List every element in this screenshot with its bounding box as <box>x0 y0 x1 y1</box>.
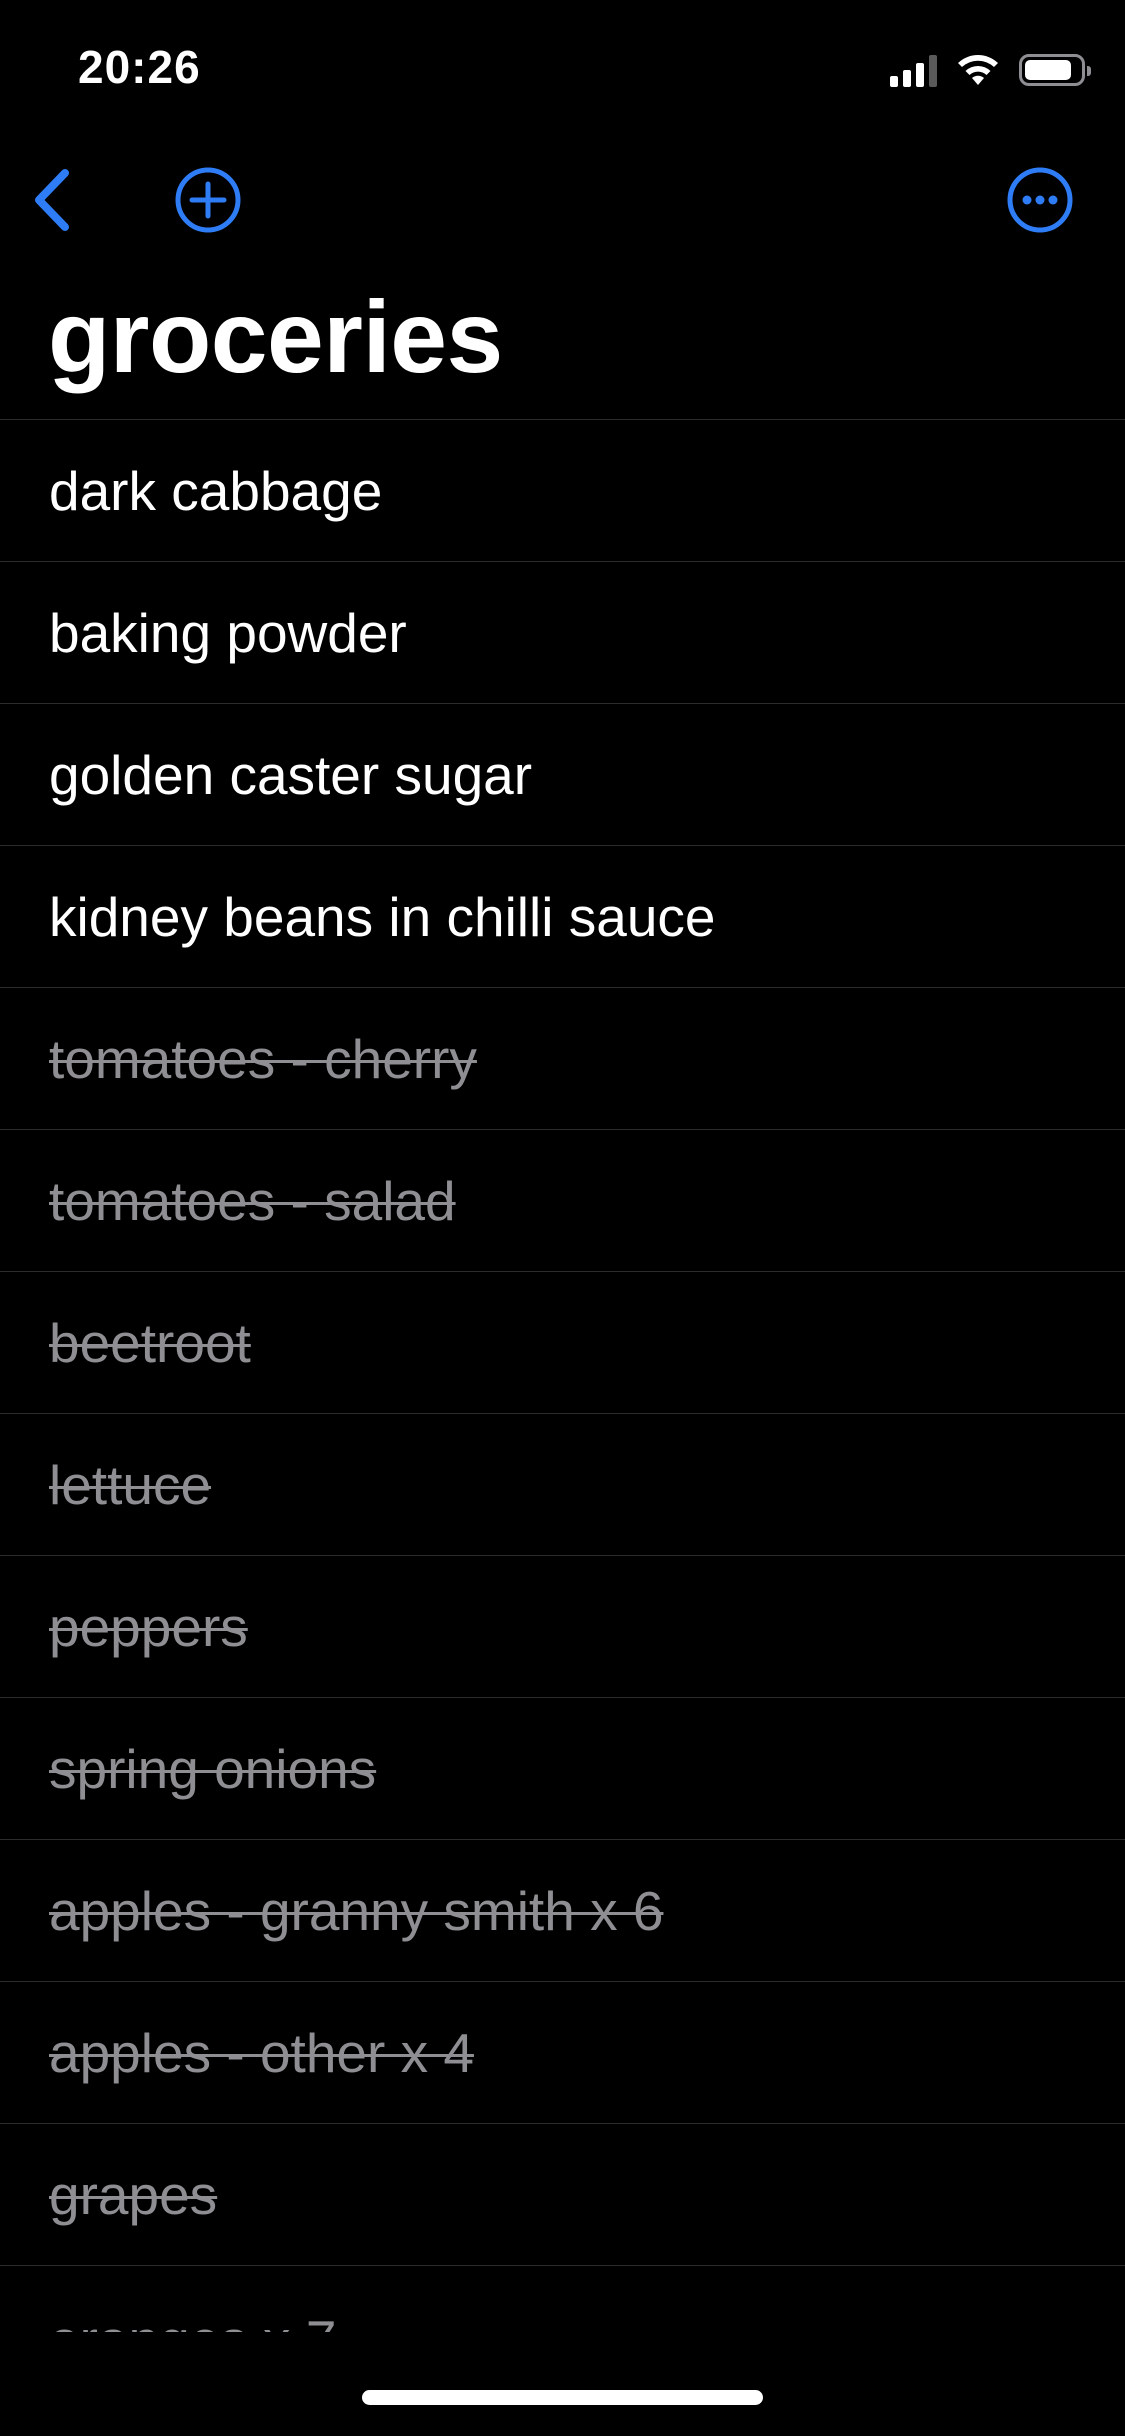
list-item-label: peppers <box>49 1595 248 1658</box>
battery-icon <box>1019 54 1091 86</box>
cellular-signal-icon <box>890 53 937 87</box>
list-item-label: tomatoes - cherry <box>49 1027 477 1090</box>
chevron-left-icon <box>35 169 69 231</box>
page-title: groceries <box>48 280 503 394</box>
wifi-icon <box>958 55 998 85</box>
list-item-label: lettuce <box>49 1453 212 1516</box>
ellipsis-circle-icon <box>1007 167 1073 233</box>
list-item-completed[interactable]: lettuce <box>0 1413 1125 1555</box>
list-item-label: golden caster sugar <box>49 743 533 806</box>
status-time: 20:26 <box>78 41 201 93</box>
list-item-label: kidney beans in chilli sauce <box>49 885 716 948</box>
list-item-completed[interactable]: apples - other x 4 <box>0 1981 1125 2123</box>
list-item[interactable]: golden caster sugar <box>0 703 1125 845</box>
list-item-completed[interactable]: oranges x 7 <box>0 2265 1125 2332</box>
list-item-label: baking powder <box>49 601 407 664</box>
list-item-completed[interactable]: beetroot <box>0 1271 1125 1413</box>
back-button[interactable] <box>18 160 88 240</box>
list-item-completed[interactable]: grapes <box>0 2123 1125 2265</box>
list-item-completed[interactable]: spring onions <box>0 1697 1125 1839</box>
list-item-completed[interactable]: apples - granny smith x 6 <box>0 1839 1125 1981</box>
list-item-label: oranges x 7 <box>49 2308 336 2332</box>
list-item-label: tomatoes - salad <box>49 1169 456 1232</box>
list-item-label: spring onions <box>49 1737 377 1800</box>
list-item-label: dark cabbage <box>49 459 383 522</box>
home-indicator[interactable] <box>362 2390 763 2405</box>
grocery-list: dark cabbage baking powder golden caster s… <box>0 419 1125 2332</box>
list-item[interactable]: dark cabbage <box>0 419 1125 561</box>
status-bar: 20:26 <box>0 0 1125 140</box>
list-item-completed[interactable]: tomatoes - cherry <box>0 987 1125 1129</box>
navigation-bar <box>0 150 1125 250</box>
list-item-completed[interactable]: tomatoes - salad <box>0 1129 1125 1271</box>
plus-circle-icon <box>175 167 241 233</box>
list-item-label: grapes <box>49 2163 218 2226</box>
status-icons <box>890 50 1091 90</box>
list-item-label: apples - other x 4 <box>49 2021 474 2084</box>
list-item-label: apples - granny smith x 6 <box>49 1879 664 1942</box>
list-item[interactable]: baking powder <box>0 561 1125 703</box>
add-item-button[interactable] <box>172 164 244 236</box>
list-item-completed[interactable]: peppers <box>0 1555 1125 1697</box>
grocery-list-viewport[interactable]: dark cabbage baking powder golden caster s… <box>0 419 1125 2332</box>
list-item[interactable]: kidney beans in chilli sauce <box>0 845 1125 987</box>
list-item-label: beetroot <box>49 1311 251 1374</box>
more-options-button[interactable] <box>1004 164 1076 236</box>
